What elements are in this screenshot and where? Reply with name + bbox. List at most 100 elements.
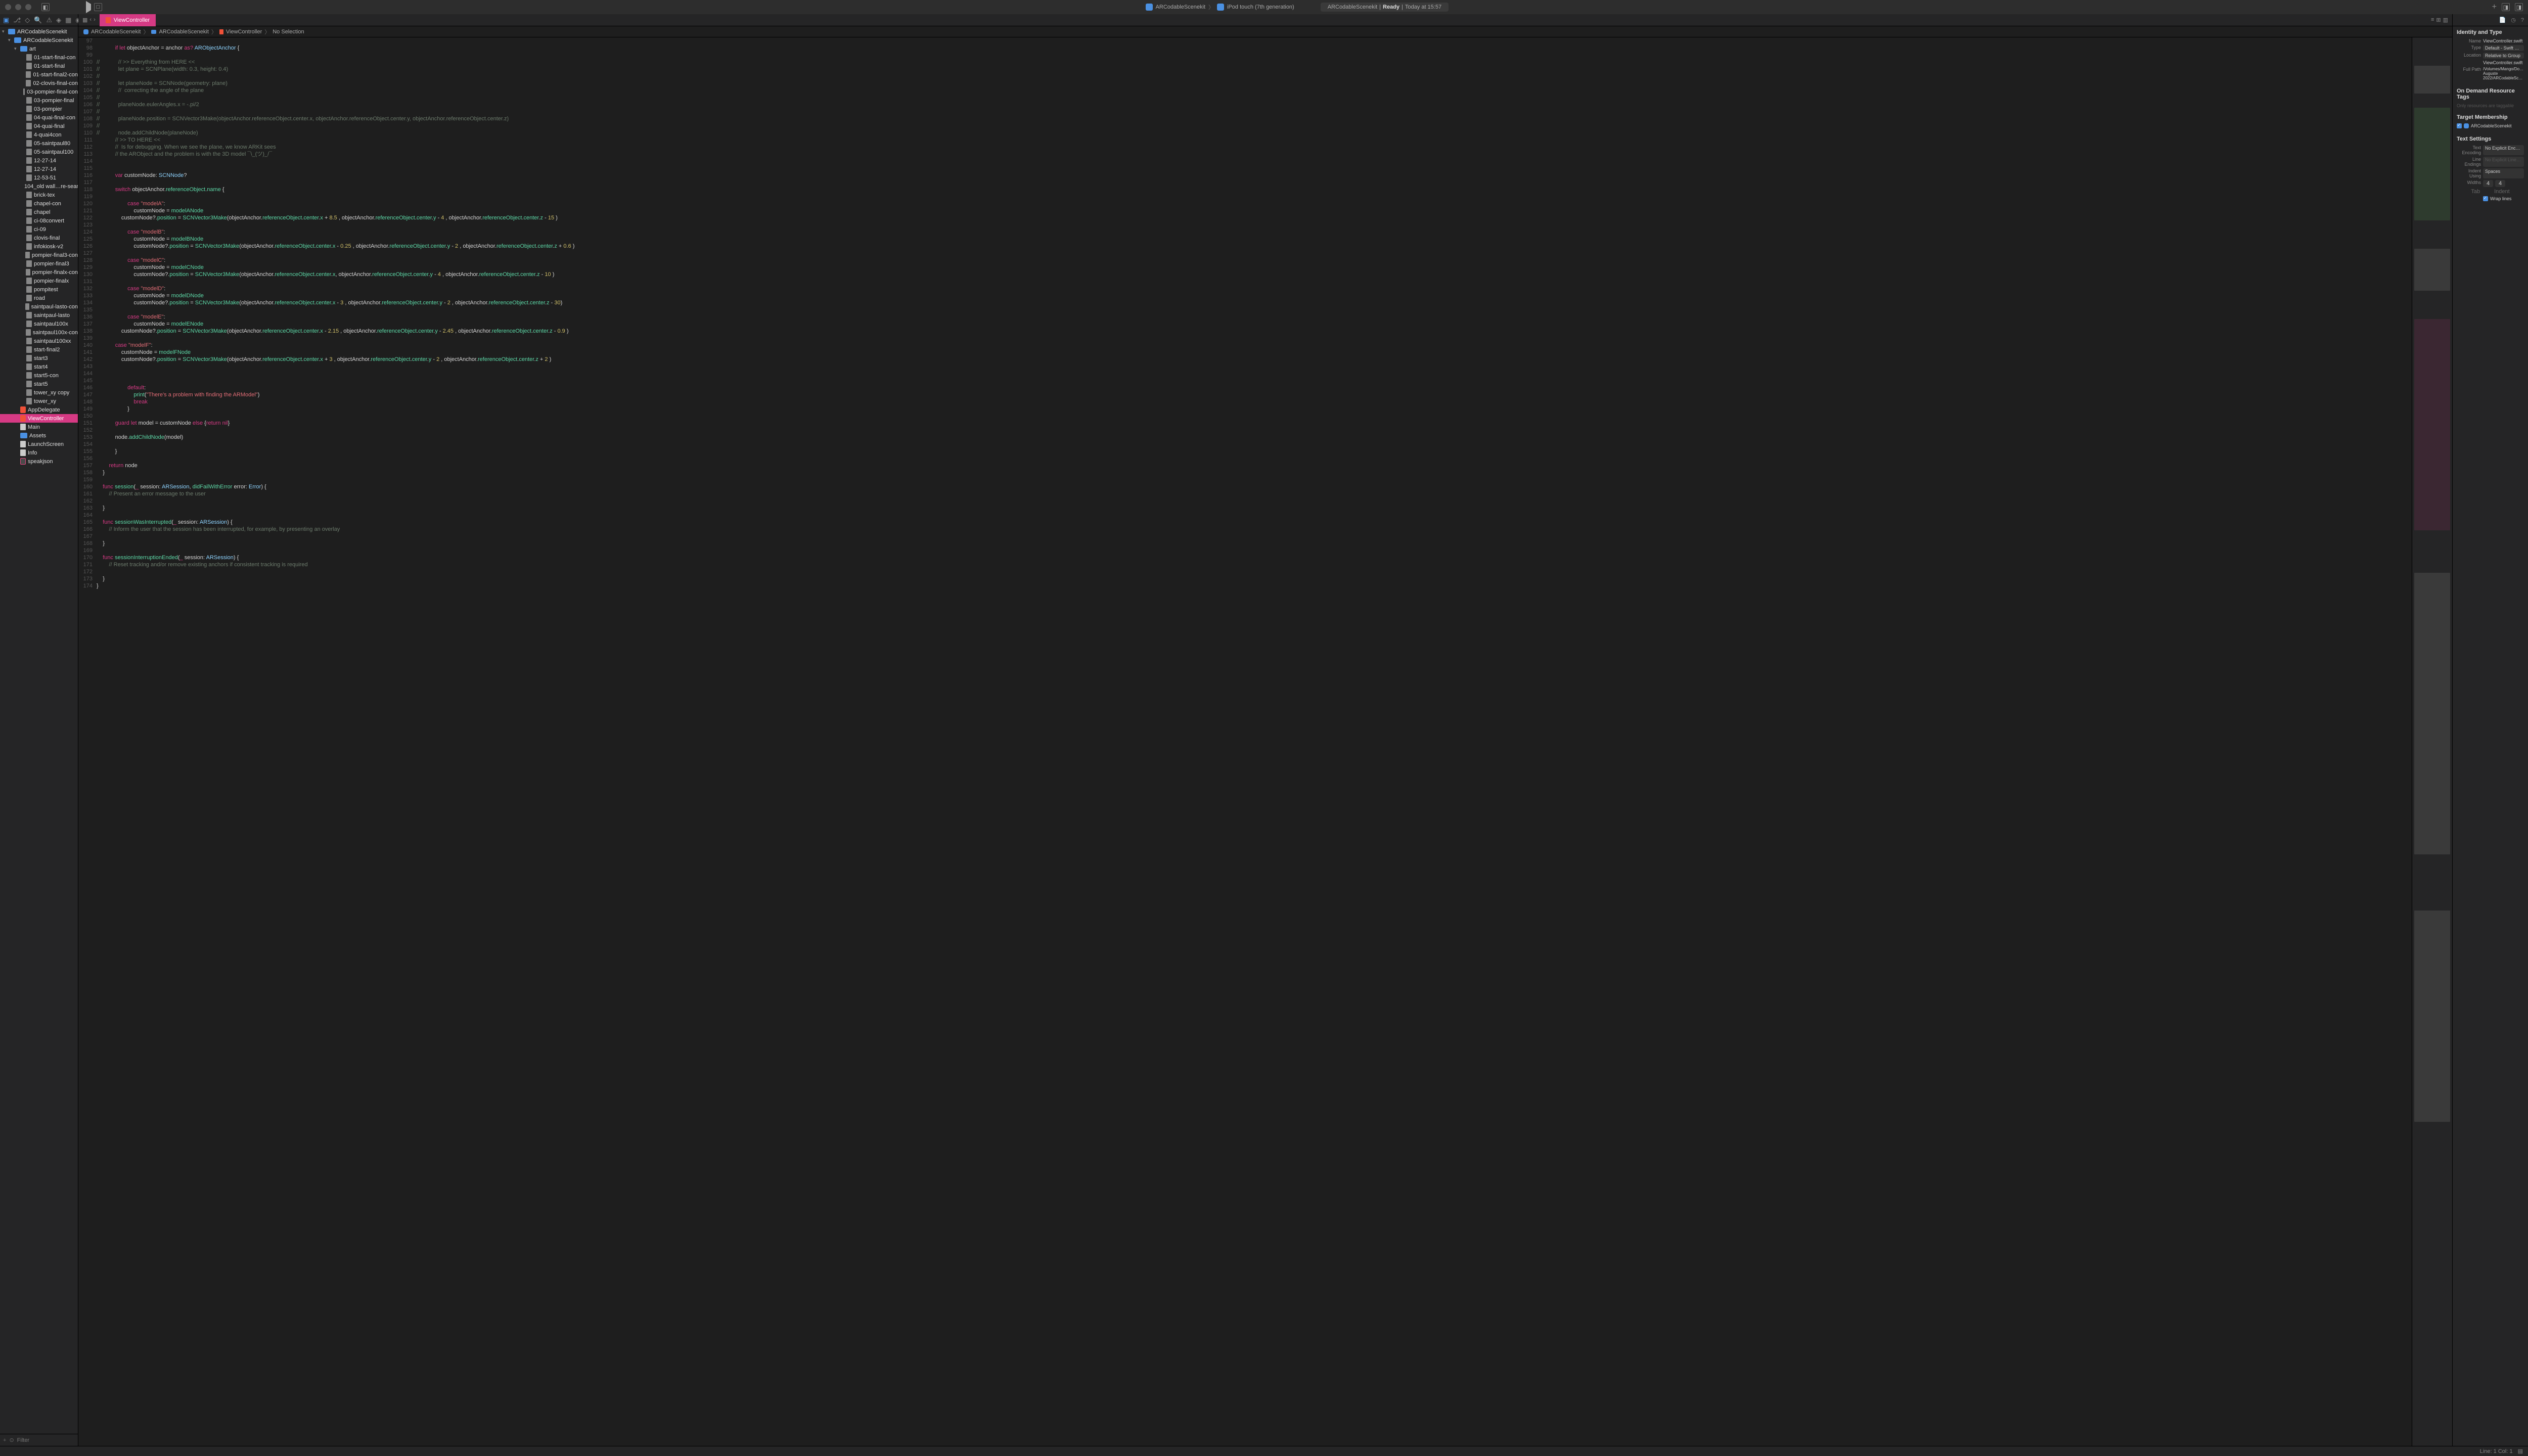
tree-item[interactable]: pompitest: [0, 285, 78, 294]
scn-icon: [26, 217, 32, 224]
stop-button[interactable]: □: [94, 3, 102, 11]
tree-item[interactable]: 4-quai4con: [0, 130, 78, 139]
file-inspector-icon[interactable]: 📄: [2499, 17, 2506, 23]
run-button[interactable]: [86, 4, 91, 10]
tree-item[interactable]: 02-clovis-final-con: [0, 79, 78, 87]
tree-item[interactable]: 05-saintpaul80: [0, 139, 78, 148]
tree-item[interactable]: Main: [0, 423, 78, 431]
nav-forward-icon[interactable]: ›: [94, 17, 96, 23]
code-editor[interactable]: 9798991001011021031041051061071081091101…: [78, 37, 2452, 1446]
tree-item[interactable]: saintpaul100x-con: [0, 328, 78, 337]
tree-item[interactable]: saintpaul100xx: [0, 337, 78, 345]
help-inspector-icon[interactable]: ?: [2521, 17, 2524, 23]
close-window[interactable]: [5, 4, 11, 10]
indent-width-stepper[interactable]: 4: [2495, 180, 2505, 187]
inspector-toggle-icon[interactable]: ◨: [2515, 3, 2523, 11]
tree-item[interactable]: pompier-final3-con: [0, 251, 78, 259]
tree-item[interactable]: LaunchScreen: [0, 440, 78, 448]
test-navigator-icon[interactable]: ◈: [56, 16, 61, 24]
tree-item[interactable]: ▾art: [0, 44, 78, 53]
sidebar-toggle-icon[interactable]: ◧: [41, 3, 50, 11]
tree-item[interactable]: ViewController: [0, 414, 78, 423]
add-button[interactable]: +: [2492, 3, 2497, 12]
tree-item[interactable]: 12-27-14: [0, 165, 78, 173]
tree-item-label: 4-quai4con: [34, 132, 61, 138]
related-items-icon[interactable]: ▦: [82, 17, 87, 23]
project-navigator-icon[interactable]: ▣: [3, 16, 9, 24]
tree-item[interactable]: start4: [0, 362, 78, 371]
tree-item[interactable]: Assets: [0, 431, 78, 440]
tree-item-label: start5-con: [34, 373, 59, 379]
tab-width-stepper[interactable]: 4: [2483, 180, 2493, 187]
scheme-selector[interactable]: ARCodableScenekit 〉 iPod touch (7th gene…: [107, 3, 2487, 12]
file-name-field[interactable]: ViewController.swift: [2483, 38, 2524, 43]
tree-item[interactable]: ci-08convert: [0, 216, 78, 225]
indent-select[interactable]: Spaces: [2483, 168, 2524, 178]
tree-item[interactable]: brick-tex: [0, 191, 78, 199]
tree-item[interactable]: ci-09: [0, 225, 78, 234]
tree-item[interactable]: pompier-finalx-con: [0, 268, 78, 277]
zoom-window[interactable]: [25, 4, 31, 10]
tree-item[interactable]: 12-53-51: [0, 173, 78, 182]
file-type-select[interactable]: Default - Swift Source: [2483, 45, 2524, 51]
tree-item[interactable]: AppDelegate: [0, 405, 78, 414]
tree-item[interactable]: pompier-finalx: [0, 277, 78, 285]
encoding-select[interactable]: No Explicit Encoding: [2483, 145, 2524, 155]
tree-item[interactable]: pompier-final3: [0, 259, 78, 268]
target-checkbox[interactable]: [2457, 123, 2462, 128]
tree-item[interactable]: 104_old wall…re-seamless: [0, 182, 78, 191]
tree-item[interactable]: 03-pompier: [0, 105, 78, 113]
debug-navigator-icon[interactable]: ▦: [65, 16, 71, 24]
history-inspector-icon[interactable]: ◷: [2511, 17, 2516, 23]
location-select[interactable]: Relative to Group: [2483, 53, 2524, 59]
add-editor-icon[interactable]: ▥: [2443, 17, 2448, 23]
editor-options-icon[interactable]: ≡: [2431, 17, 2434, 23]
tree-item[interactable]: clovis-final: [0, 234, 78, 242]
tree-item[interactable]: 12-27-14: [0, 156, 78, 165]
minimap[interactable]: [2412, 37, 2452, 1446]
tree-item[interactable]: saintpaul-lasto-con: [0, 302, 78, 311]
tree-item[interactable]: start3: [0, 354, 78, 362]
tree-item[interactable]: tower_xy copy: [0, 388, 78, 397]
tree-item[interactable]: start5-con: [0, 371, 78, 380]
nav-back-icon[interactable]: ‹: [89, 17, 92, 23]
minimize-window[interactable]: [15, 4, 21, 10]
code-content[interactable]: if let objectAnchor = anchor as? ARObjec…: [97, 37, 2412, 1446]
tree-item[interactable]: tower_xy: [0, 397, 78, 405]
jump-bar[interactable]: ARCodableScenekit〉 ARCodableScenekit〉 Vi…: [78, 26, 2452, 37]
tree-item[interactable]: 05-saintpaul100: [0, 148, 78, 156]
tree-item[interactable]: 01-start-final2-con: [0, 70, 78, 79]
project-tree[interactable]: ▾ARCodableScenekit▾ARCodableScenekit▾art…: [0, 26, 78, 1434]
tree-item[interactable]: 03-pompier-final-con: [0, 87, 78, 96]
tree-item[interactable]: Info: [0, 448, 78, 457]
library-button[interactable]: ◨: [2502, 3, 2510, 11]
find-navigator-icon[interactable]: 🔍: [34, 16, 42, 24]
statusbar-icon[interactable]: ▤: [2518, 1448, 2523, 1454]
tree-item[interactable]: ▾ARCodableScenekit: [0, 27, 78, 36]
add-file-icon[interactable]: +: [3, 1437, 6, 1443]
tree-item[interactable]: ▾ARCodableScenekit: [0, 36, 78, 44]
tree-item[interactable]: 01-start-final-con: [0, 53, 78, 62]
tree-item[interactable]: 04-quai-final-con: [0, 113, 78, 122]
tree-item[interactable]: road: [0, 294, 78, 302]
adjust-editor-icon[interactable]: ⊞: [2436, 17, 2441, 23]
tree-item[interactable]: infokiosk-v2: [0, 242, 78, 251]
tree-item[interactable]: start5: [0, 380, 78, 388]
device-name: iPod touch (7th generation): [1227, 4, 1294, 10]
tree-item-label: ARCodableScenekit: [17, 29, 67, 35]
tree-item[interactable]: chapel: [0, 208, 78, 216]
tree-item[interactable]: chapel-con: [0, 199, 78, 208]
tree-item[interactable]: 01-start-final: [0, 62, 78, 70]
source-control-icon[interactable]: ⎇: [13, 16, 21, 24]
tree-item[interactable]: saintpaul-lasto: [0, 311, 78, 320]
tree-item[interactable]: saintpaul100x: [0, 320, 78, 328]
tree-item[interactable]: start-final2: [0, 345, 78, 354]
tree-item[interactable]: 03-pompier-final: [0, 96, 78, 105]
symbol-navigator-icon[interactable]: ◇: [25, 16, 30, 24]
issue-navigator-icon[interactable]: ⚠: [46, 16, 52, 24]
lineend-select[interactable]: No Explicit Line Endings: [2483, 157, 2524, 167]
tree-item[interactable]: 04-quai-final: [0, 122, 78, 130]
tab-viewcontroller[interactable]: ViewController: [100, 14, 156, 26]
wrap-lines-checkbox[interactable]: [2483, 196, 2488, 201]
tree-item[interactable]: speakjson: [0, 457, 78, 466]
